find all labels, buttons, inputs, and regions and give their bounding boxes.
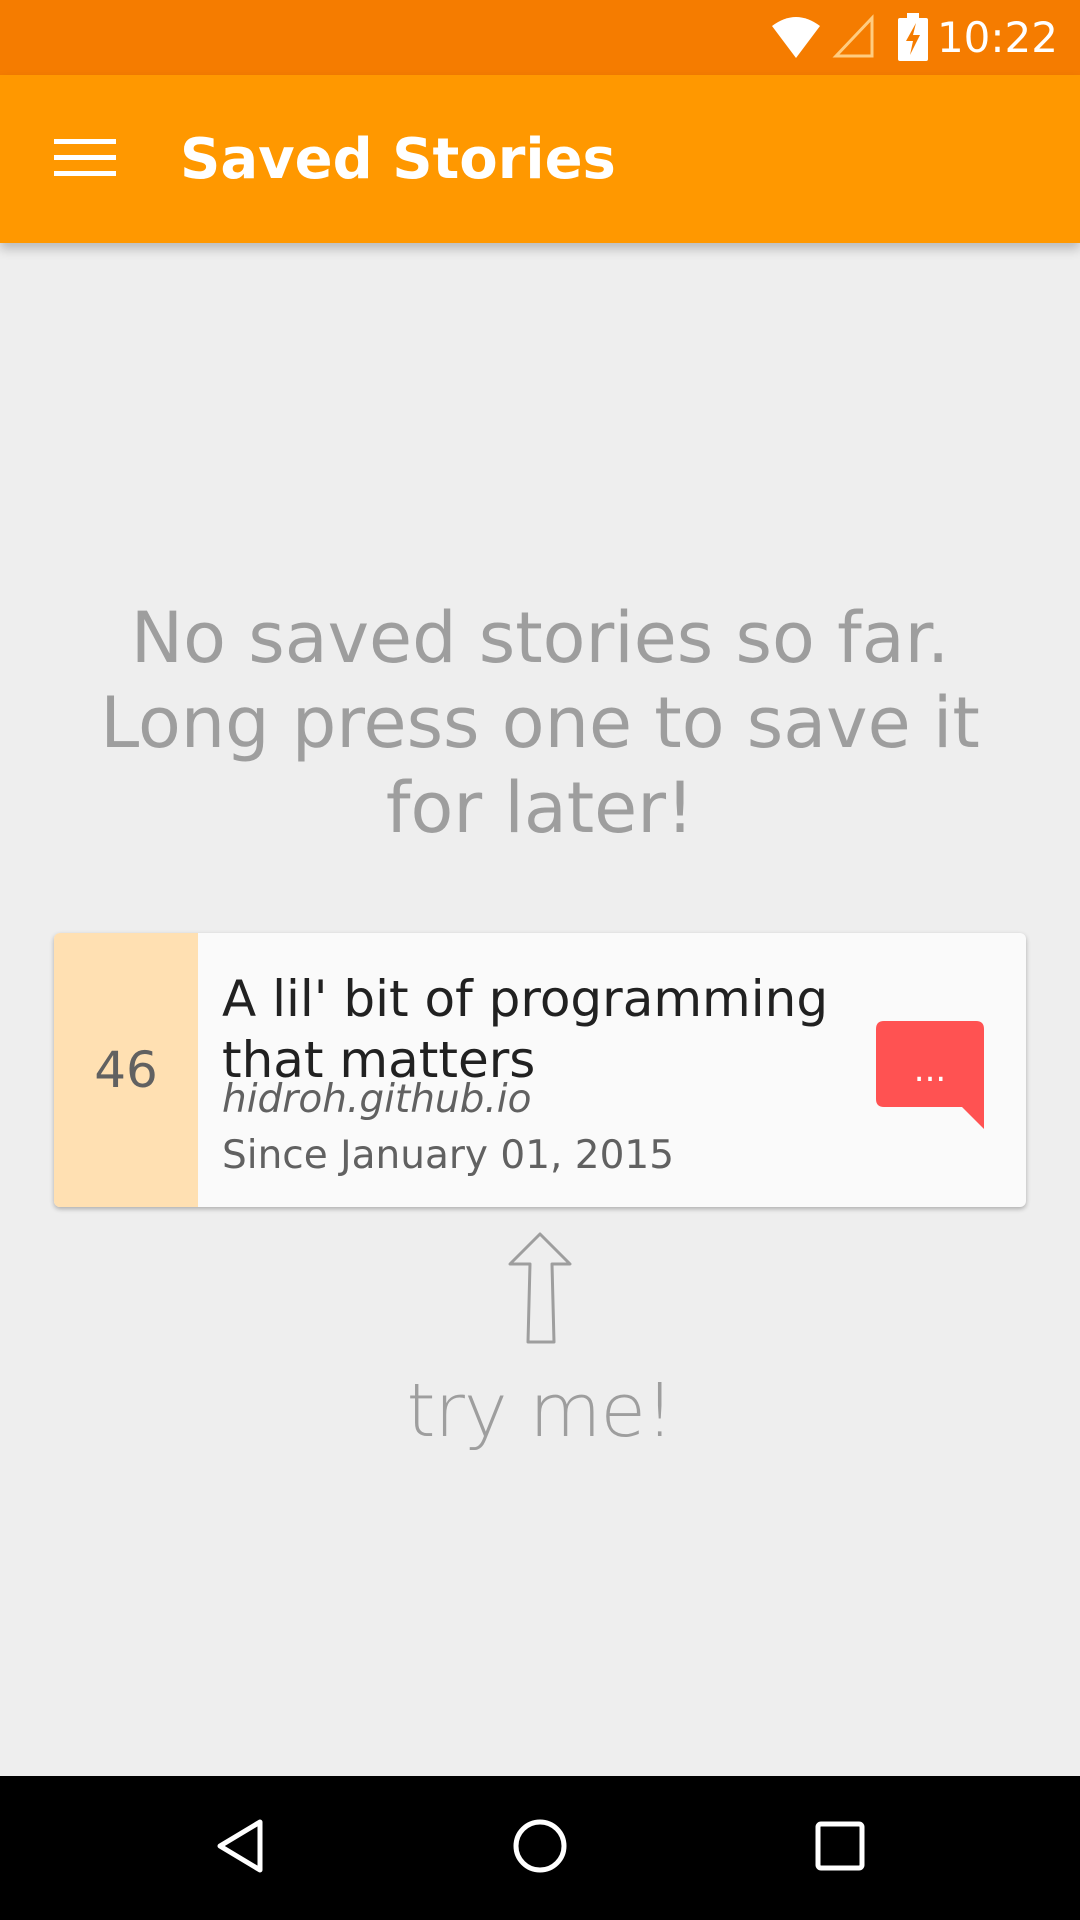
navigation-bar: [0, 1776, 1080, 1920]
comment-bubble-icon: ...: [876, 1021, 984, 1129]
back-button[interactable]: [190, 1798, 290, 1898]
status-bar: 10:22: [0, 0, 1080, 75]
story-date: Since January 01, 2015: [222, 1133, 675, 1178]
navigation-drawer-button[interactable]: [30, 117, 140, 201]
hint-text: try me!: [406, 1368, 674, 1454]
home-button[interactable]: [490, 1798, 590, 1898]
page-title: Saved Stories: [180, 127, 616, 192]
story-title: A lil' bit of programming that matters: [222, 970, 829, 1089]
recents-button[interactable]: [790, 1798, 890, 1898]
status-time: 10:22: [936, 13, 1058, 62]
home-icon: [510, 1816, 570, 1881]
wifi-icon: [770, 14, 822, 65]
comments-label: ...: [914, 1050, 946, 1090]
comments-button[interactable]: ...: [870, 1011, 996, 1137]
back-icon: [210, 1816, 270, 1881]
story-source: hidroh.github.io: [222, 1077, 532, 1122]
story-score: 46: [54, 933, 198, 1207]
cell-signal-icon: [832, 14, 876, 65]
recents-icon: [810, 1816, 870, 1881]
empty-state-message: No saved stories so far. Long press one …: [100, 597, 980, 849]
hamburger-menu-icon: [54, 137, 116, 182]
story-card[interactable]: 46 A lil' bit of programming that matter…: [54, 933, 1026, 1207]
battery-charging-icon: [898, 13, 928, 66]
arrow-up-icon: [500, 1230, 580, 1355]
app-bar: Saved Stories: [0, 75, 1080, 243]
